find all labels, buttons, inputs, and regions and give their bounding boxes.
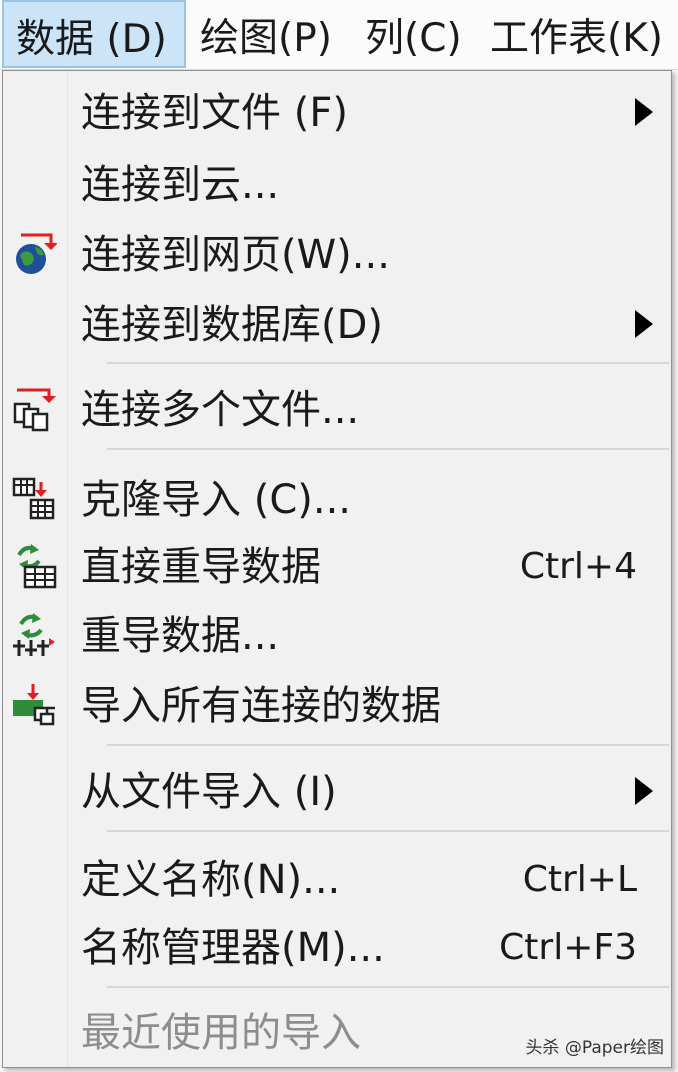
menu-item-connect-database[interactable]: 连接到数据库(D)	[3, 288, 671, 358]
menu-item-label: 重导数据...	[81, 613, 280, 659]
menu-bar: 数据 (D) 绘图(P) 列(C) 工作表(K)	[0, 0, 678, 70]
menu-item-label: 连接到数据库(D)	[81, 302, 384, 348]
menu-item-label: 连接到网页(W)...	[81, 232, 390, 278]
menu-separator	[107, 986, 669, 988]
menu-item-connect-webpage[interactable]: 连接到网页(W)...	[3, 218, 671, 288]
menu-item-label: 克隆导入 (C)...	[81, 477, 351, 523]
menu-item-connect-multiple-files[interactable]: 连接多个文件...	[3, 373, 671, 443]
menu-item-define-names[interactable]: 定义名称(N)... Ctrl+L	[3, 843, 671, 913]
multiple-files-icon	[13, 388, 56, 432]
menu-item-label: 直接重导数据	[81, 544, 321, 590]
menu-separator	[107, 448, 669, 450]
menu-item-label: 定义名称(N)...	[81, 857, 341, 903]
menu-item-shortcut: Ctrl+4	[519, 546, 637, 587]
menu-separator	[107, 830, 669, 832]
menubar-column[interactable]: 列(C)	[365, 0, 462, 70]
data-dropdown-menu: 连接到文件 (F) 连接到云... 连接到网页(W)... 连接到数据库(D)	[2, 70, 672, 1068]
clone-import-icon	[12, 477, 55, 520]
menu-item-import-from-file[interactable]: 从文件导入 (I)	[3, 755, 671, 825]
globe-icon	[16, 233, 57, 274]
watermark: 头杀 @Paper绘图	[525, 1038, 664, 1058]
menu-item-reimport-directly[interactable]: 直接重导数据 Ctrl+4	[3, 530, 671, 600]
submenu-arrow-icon	[635, 310, 653, 338]
menu-item-label: 最近使用的导入	[81, 1010, 361, 1056]
menu-item-label: 名称管理器(M)...	[81, 925, 385, 971]
menu-item-connect-cloud[interactable]: 连接到云...	[3, 148, 671, 218]
menubar-data[interactable]: 数据 (D)	[2, 0, 186, 68]
menu-item-connect-file[interactable]: 连接到文件 (F)	[3, 76, 671, 146]
screen: 数据 (D) 绘图(P) 列(C) 工作表(K) 连接到文件 (F) 连接到云.…	[0, 0, 678, 1072]
menu-separator	[107, 744, 669, 746]
menu-item-name-manager[interactable]: 名称管理器(M)... Ctrl+F3	[3, 911, 671, 981]
reimport-icon	[13, 613, 55, 656]
submenu-arrow-icon	[635, 98, 653, 126]
menu-item-label: 连接到文件 (F)	[81, 90, 348, 136]
submenu-arrow-icon	[635, 777, 653, 805]
menu-item-reimport-data[interactable]: 重导数据...	[3, 599, 671, 669]
import-all-icon	[13, 684, 55, 726]
menu-item-label: 导入所有连接的数据	[81, 683, 441, 729]
menu-item-clone-import[interactable]: 克隆导入 (C)...	[3, 463, 671, 533]
menu-item-import-all-connected[interactable]: 导入所有连接的数据	[3, 669, 671, 739]
menubar-plot[interactable]: 绘图(P)	[200, 0, 332, 70]
menu-separator	[107, 362, 669, 364]
menu-item-label: 连接多个文件...	[81, 387, 360, 433]
menu-item-label: 从文件导入 (I)	[81, 769, 337, 815]
menu-item-label: 连接到云...	[81, 162, 280, 208]
reimport-direct-icon	[17, 544, 57, 589]
menubar-worksheet[interactable]: 工作表(K)	[490, 0, 663, 70]
menu-item-shortcut: Ctrl+L	[522, 859, 637, 900]
menu-item-shortcut: Ctrl+F3	[499, 927, 637, 968]
